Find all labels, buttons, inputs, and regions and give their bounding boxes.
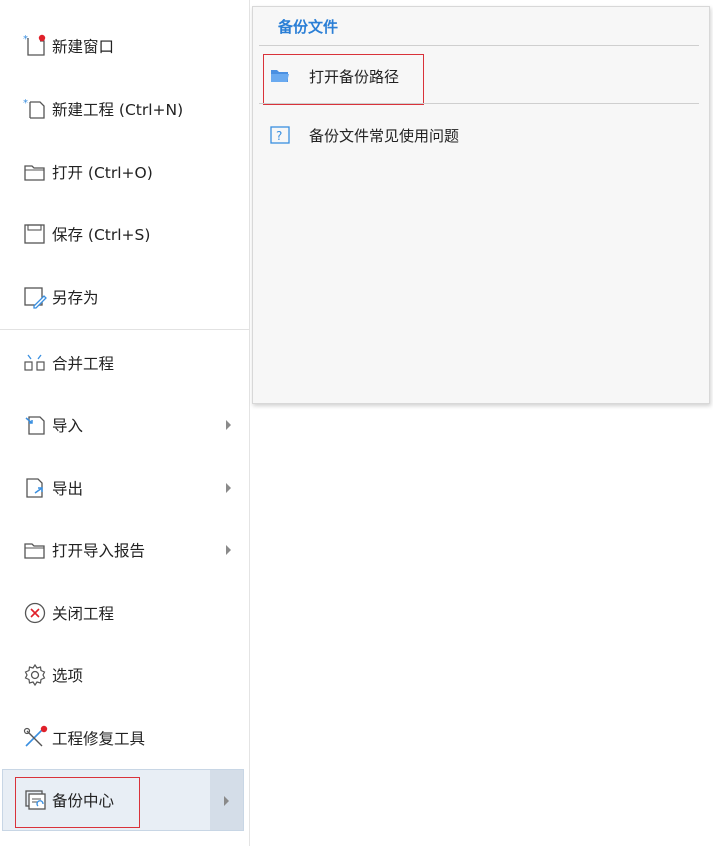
menu-item-label: 导出 — [52, 480, 84, 498]
submenu-divider — [259, 103, 699, 104]
menu-item-save[interactable]: 保存 (Ctrl+S) — [0, 214, 249, 254]
menu-item-label: 保存 (Ctrl+S) — [52, 226, 151, 244]
menu-item-label: 新建工程 (Ctrl+N) — [52, 101, 184, 119]
menu-item-backup-center[interactable]: 备份中心 — [2, 769, 244, 831]
svg-text:*: * — [23, 98, 28, 109]
submenu-item-backup-faq[interactable]: ? 备份文件常见使用问题 — [269, 120, 459, 150]
menu-item-export[interactable]: 导出 — [0, 468, 249, 508]
submenu-arrow-icon — [224, 796, 229, 806]
highlight-box — [15, 777, 140, 828]
submenu-item-label: 备份文件常见使用问题 — [309, 126, 460, 145]
menu-divider — [0, 329, 249, 330]
save-as-icon — [22, 284, 48, 310]
submenu-expand-zone[interactable] — [210, 770, 243, 830]
submenu-title: 备份文件 — [278, 18, 339, 36]
menu-item-new-project[interactable]: * 新建工程 (Ctrl+N) — [0, 89, 249, 129]
menu-item-options[interactable]: 选项 — [0, 655, 249, 695]
submenu-arrow-icon — [226, 483, 231, 493]
help-icon: ? — [269, 124, 291, 146]
menu-item-label: 打开导入报告 — [52, 542, 146, 560]
export-icon — [22, 475, 48, 501]
submenu-arrow-icon — [226, 420, 231, 430]
highlight-box — [263, 54, 424, 105]
menu-item-open[interactable]: 打开 (Ctrl+O) — [0, 152, 249, 192]
menu-item-merge-project[interactable]: 合并工程 — [0, 343, 249, 383]
submenu-arrow-icon — [226, 545, 231, 555]
menu-item-label: 合并工程 — [52, 355, 115, 373]
menu-item-label: 工程修复工具 — [52, 730, 146, 748]
new-project-icon: * — [22, 96, 48, 122]
menu-item-import[interactable]: 导入 — [0, 405, 249, 445]
repair-tools-icon — [22, 725, 48, 751]
menu-item-label: 选项 — [52, 667, 84, 685]
menu-item-label: 另存为 — [52, 289, 99, 307]
menu-item-project-repair-tool[interactable]: 工程修复工具 — [0, 718, 249, 758]
menu-item-save-as[interactable]: 另存为 — [0, 277, 249, 317]
menu-item-open-import-report[interactable]: 打开导入报告 — [0, 530, 249, 570]
menu-item-label: 打开 (Ctrl+O) — [52, 164, 153, 182]
merge-icon — [22, 350, 48, 376]
file-menu-sidebar: * 新建窗口 * 新建工程 (Ctrl+N) 打开 (Ctrl+O) 保存 (C… — [0, 0, 250, 846]
gear-icon — [22, 662, 48, 688]
backup-submenu: 备份文件 打开备份路径 ? 备份文件常见使用问题 — [252, 6, 710, 404]
new-window-icon: * — [22, 33, 48, 59]
folder-open-icon — [22, 159, 48, 185]
menu-item-new-window[interactable]: * 新建窗口 — [0, 26, 249, 66]
save-icon — [22, 221, 48, 247]
submenu-divider — [259, 45, 699, 46]
menu-item-label: 关闭工程 — [52, 605, 115, 623]
svg-text:*: * — [23, 34, 28, 45]
close-circle-icon — [22, 600, 48, 626]
menu-item-label: 导入 — [52, 417, 84, 435]
folder-report-icon — [22, 537, 48, 563]
svg-text:?: ? — [276, 129, 282, 143]
menu-item-label: 新建窗口 — [52, 38, 115, 56]
menu-item-close-project[interactable]: 关闭工程 — [0, 593, 249, 633]
import-icon — [22, 412, 48, 438]
